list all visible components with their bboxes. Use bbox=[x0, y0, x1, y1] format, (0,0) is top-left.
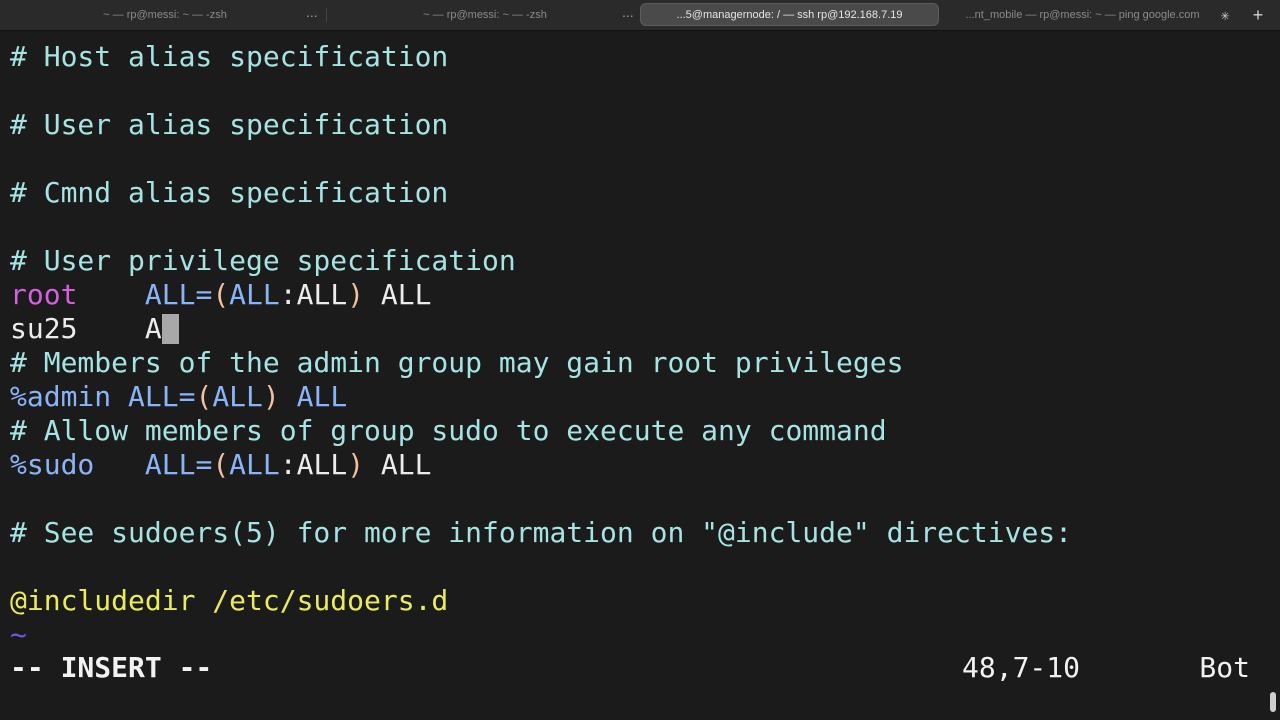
admin-all-host: ALL= bbox=[111, 380, 196, 413]
su25-line: su25 A bbox=[10, 312, 1072, 346]
comment-sudo-group: # Allow members of group sudo to execute… bbox=[10, 414, 887, 447]
vim-statusline: -- INSERT -- 48,7-10 Bot bbox=[10, 651, 1250, 685]
root-privilege-line: root ALL=(ALL:ALL) ALL bbox=[10, 278, 1072, 312]
comment-host-alias: # Host alias specification bbox=[10, 40, 449, 73]
includedir-directive: @includedir /etc/sudoers.d bbox=[10, 584, 449, 617]
tab-bar: ~ — rp@messi: ~ — -zsh ... ~ — rp@messi:… bbox=[0, 0, 1280, 31]
comment-user-privilege: # User privilege specification bbox=[10, 244, 516, 277]
text-cursor bbox=[161, 314, 179, 344]
sudo-privilege-line: %sudo ALL=(ALL:ALL) ALL bbox=[10, 448, 1072, 482]
sudo-paren-close: ) bbox=[347, 448, 365, 481]
sudo-paren-open: ( bbox=[212, 448, 230, 481]
loading-spinner-icon: ✳ bbox=[1220, 6, 1230, 24]
sudo-all-cmd: ALL bbox=[364, 448, 432, 481]
tab-1-more-icon[interactable]: ... bbox=[306, 4, 318, 20]
scrollbar-thumb[interactable] bbox=[1270, 692, 1276, 712]
vim-buffer[interactable]: # Host alias specification # User alias … bbox=[10, 40, 1072, 652]
tab-2[interactable]: ~ — rp@messi: ~ — -zsh bbox=[350, 3, 620, 26]
admin-group: %admin bbox=[10, 380, 112, 413]
tab-3-active[interactable]: ...5@managernode: / — ssh rp@192.168.7.1… bbox=[640, 3, 939, 26]
sudo-all-host: ALL= bbox=[144, 448, 213, 481]
spacing bbox=[94, 448, 145, 481]
admin-all-cmd: ALL bbox=[279, 380, 348, 413]
root-all-cmd: ALL bbox=[364, 278, 432, 311]
insert-mode-indicator: -- INSERT -- bbox=[10, 651, 213, 684]
admin-privilege-line: %admin ALL=(ALL) ALL bbox=[10, 380, 1072, 414]
sudo-group: %sudo bbox=[10, 448, 95, 481]
tab-separator bbox=[326, 8, 327, 22]
empty-line-tilde: ~ bbox=[10, 618, 27, 651]
tab-2-more-icon[interactable]: ... bbox=[622, 4, 634, 20]
new-tab-button[interactable]: + bbox=[1246, 4, 1270, 26]
admin-paren-open: ( bbox=[195, 380, 213, 413]
spacing bbox=[77, 278, 144, 311]
sudo-all-runas: ALL bbox=[229, 448, 280, 481]
root-paren-close: ) bbox=[347, 278, 365, 311]
root-paren-open: ( bbox=[212, 278, 230, 311]
cursor-position: 48,7-10 bbox=[962, 651, 1081, 684]
tab-4[interactable]: ...nt_mobile — rp@messi: ~ — ping google… bbox=[955, 3, 1210, 26]
comment-cmnd-alias: # Cmnd alias specification bbox=[10, 176, 449, 209]
sudo-all-group: :ALL bbox=[279, 448, 348, 481]
root-all-runas: ALL bbox=[229, 278, 280, 311]
scroll-position: Bot bbox=[1199, 651, 1250, 684]
admin-paren-close: ) bbox=[262, 380, 280, 413]
tab-1[interactable]: ~ — rp@messi: ~ — -zsh bbox=[40, 3, 290, 26]
root-user: root bbox=[10, 278, 78, 311]
root-all-host: ALL= bbox=[144, 278, 213, 311]
su25-text: su25 A bbox=[10, 312, 162, 345]
root-all-group: :ALL bbox=[279, 278, 348, 311]
comment-admin-group: # Members of the admin group may gain ro… bbox=[10, 346, 904, 379]
admin-all-runas: ALL bbox=[212, 380, 263, 413]
comment-include: # See sudoers(5) for more information on… bbox=[10, 516, 1073, 549]
comment-user-alias: # User alias specification bbox=[10, 108, 449, 141]
